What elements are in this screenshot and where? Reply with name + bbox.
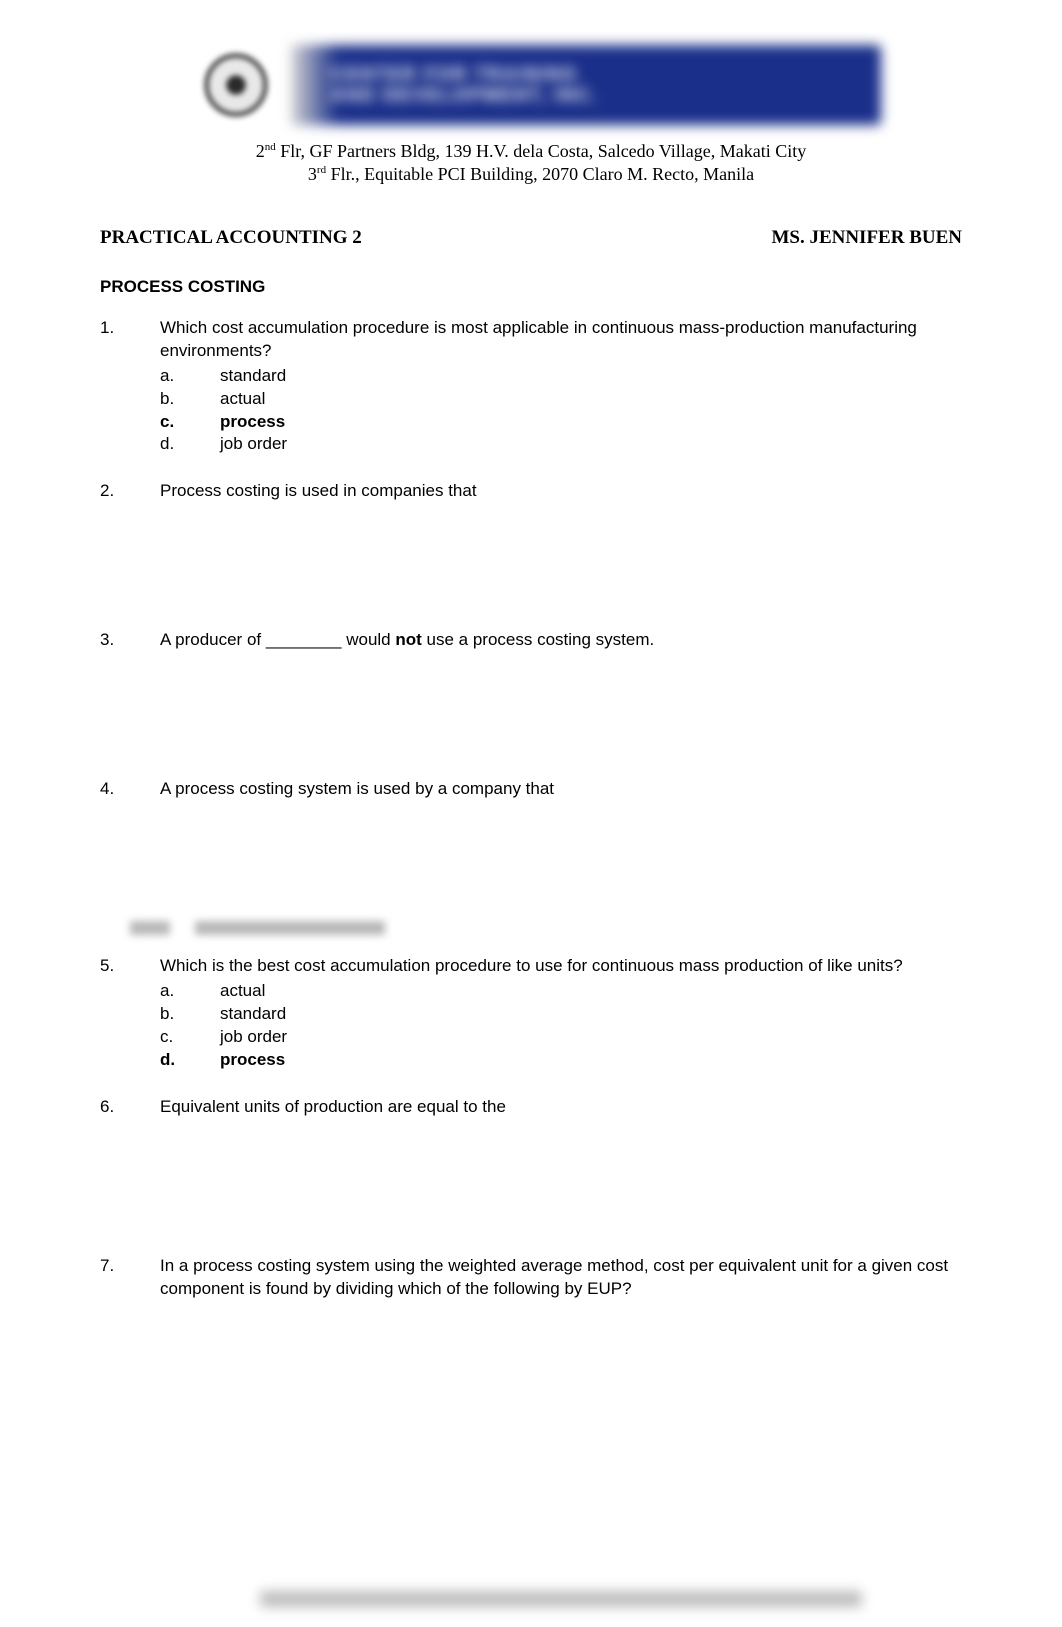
banner: CENTER FOR TRAINING AND DEVELOPMENT, INC… [291,45,881,125]
q6-body: Equivalent units of production are equal… [160,1096,962,1119]
redacted-footer [260,1591,862,1607]
question-6: 6. Equivalent units of production are eq… [100,1096,962,1119]
q2-number: 2. [100,480,160,503]
q1-option-a: a. standard [160,365,962,388]
title-row: PRACTICAL ACCOUNTING 2 MS. JENNIFER BUEN [100,227,962,249]
q5-number: 5. [100,955,160,1072]
q1-b-text: actual [220,388,265,411]
question-7: 7. In a process costing system using the… [100,1255,962,1301]
q1-d-text: job order [220,433,287,456]
q5-c-letter: c. [160,1026,220,1049]
redacted-segment-2 [195,921,385,935]
question-4: 4. A process costing system is used by a… [100,778,962,801]
q2-text: Process costing is used in companies tha… [160,480,962,503]
course-title: PRACTICAL ACCOUNTING 2 [100,227,362,249]
q4-number: 4. [100,778,160,801]
q5-a-text: actual [220,980,265,1003]
q5-d-letter: d. [160,1049,220,1072]
q1-option-b: b. actual [160,388,962,411]
address-line-1: 2nd Flr, GF Partners Bldg, 139 H.V. dela… [100,140,962,163]
q5-b-text: standard [220,1003,286,1026]
redacted-line [130,921,962,935]
q5-option-c: c. job order [160,1026,962,1049]
q1-b-letter: b. [160,388,220,411]
banner-line-2: AND DEVELOPMENT, INC. [331,85,881,106]
address2-rest: Flr., Equitable PCI Building, 2070 Claro… [326,164,754,184]
q1-text: Which cost accumulation procedure is mos… [160,317,962,363]
q1-option-c: c. process [160,411,962,434]
q7-number: 7. [100,1255,160,1301]
header-logo-area: CENTER FOR TRAINING AND DEVELOPMENT, INC… [100,40,962,130]
q1-body: Which cost accumulation procedure is mos… [160,317,962,457]
q2-body: Process costing is used in companies tha… [160,480,962,503]
q5-text: Which is the best cost accumulation proc… [160,955,962,978]
q4-body: A process costing system is used by a co… [160,778,962,801]
q1-number: 1. [100,317,160,457]
q5-option-b: b. standard [160,1003,962,1026]
question-1: 1. Which cost accumulation procedure is … [100,317,962,457]
q1-c-text: process [220,411,285,434]
address-block: 2nd Flr, GF Partners Bldg, 139 H.V. dela… [100,140,962,187]
question-2: 2. Process costing is used in companies … [100,480,962,503]
q3-text-before: A producer of [160,630,266,649]
address2-ord: rd [317,164,326,176]
q5-d-text: process [220,1049,285,1072]
q1-options: a. standard b. actual c. process d. job … [160,365,962,457]
q1-a-text: standard [220,365,286,388]
q3-body: A producer of ________ would not use a p… [160,629,962,652]
q5-option-d: d. process [160,1049,962,1072]
q1-option-d: d. job order [160,433,962,456]
address-line-2: 3rd Flr., Equitable PCI Building, 2070 C… [100,163,962,186]
q5-b-letter: b. [160,1003,220,1026]
q3-text-after-post: use a process costing system. [422,630,654,649]
logo-icon [181,45,291,125]
document-page: CENTER FOR TRAINING AND DEVELOPMENT, INC… [0,0,1062,1627]
address1-rest: Flr, GF Partners Bldg, 139 H.V. dela Cos… [276,141,807,161]
q5-a-letter: a. [160,980,220,1003]
q6-number: 6. [100,1096,160,1119]
banner-line-1: CENTER FOR TRAINING [331,64,881,85]
q5-options: a. actual b. standard c. job order d. pr… [160,980,962,1072]
instructor-name: MS. JENNIFER BUEN [771,227,962,249]
q5-c-text: job order [220,1026,287,1049]
q7-text: In a process costing system using the we… [160,1255,962,1301]
q3-number: 3. [100,629,160,652]
question-3: 3. A producer of ________ would not use … [100,629,962,652]
q1-d-letter: d. [160,433,220,456]
section-title: PROCESS COSTING [100,277,962,297]
q3-text-not: not [395,630,421,649]
q4-text: A process costing system is used by a co… [160,778,962,801]
q7-body: In a process costing system using the we… [160,1255,962,1301]
question-5: 5. Which is the best cost accumulation p… [100,955,962,1072]
q3-text-after-pre: would [341,630,395,649]
q3-blank: ________ [266,630,342,649]
address1-ord: nd [265,141,276,153]
q1-c-letter: c. [160,411,220,434]
logo-banner-container: CENTER FOR TRAINING AND DEVELOPMENT, INC… [181,40,881,130]
q6-text: Equivalent units of production are equal… [160,1096,962,1119]
q5-option-a: a. actual [160,980,962,1003]
q5-body: Which is the best cost accumulation proc… [160,955,962,1072]
redacted-segment-1 [130,921,170,935]
q1-a-letter: a. [160,365,220,388]
address2-num: 3 [308,164,317,184]
address1-num: 2 [256,141,265,161]
